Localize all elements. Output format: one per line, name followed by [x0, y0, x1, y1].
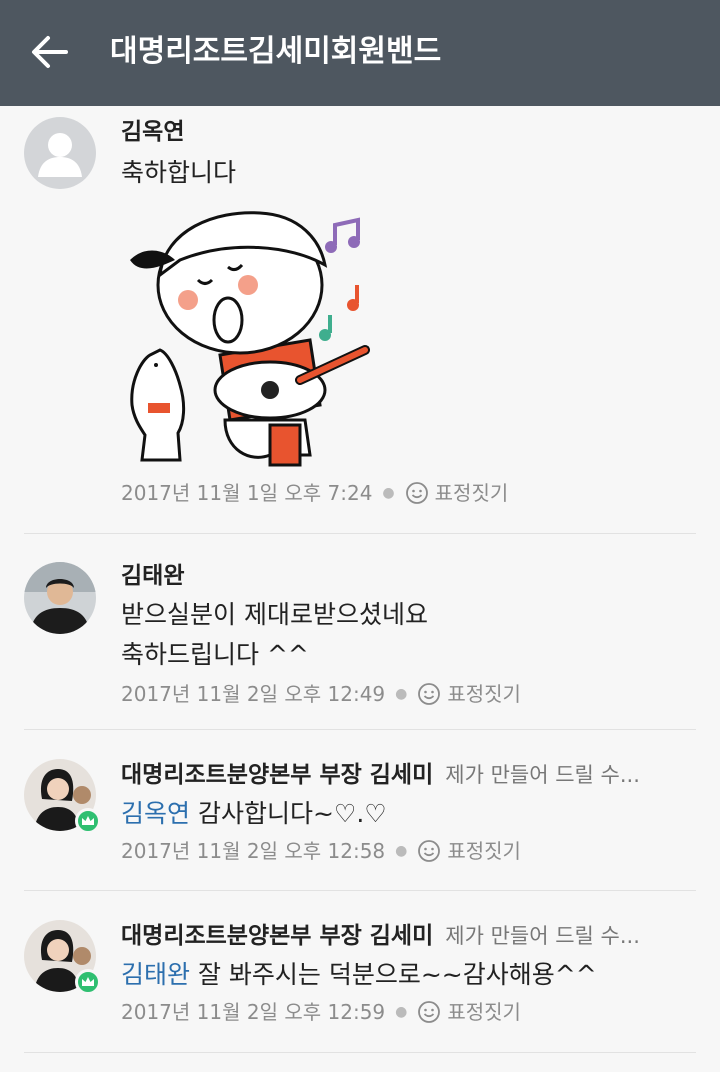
commenter-name[interactable]: 김태완: [121, 561, 184, 591]
separator-dot: ●: [395, 686, 408, 702]
crown-icon: [82, 977, 94, 986]
comment-text: 축하합니다: [121, 158, 237, 187]
band-title: 대명리조트김세미회원밴드: [110, 34, 442, 69]
react-button[interactable]: 표정짓기: [417, 679, 521, 709]
comment-text-line2: 축하드립니다 ^^: [121, 640, 309, 669]
comment-meta: 2017년 11월 2일 오후 12:49 ● 표정짓기: [121, 679, 698, 709]
app-header: 대명리조트김세미회원밴드: [0, 0, 720, 106]
separator-dot: ●: [382, 485, 395, 501]
back-arrow-icon[interactable]: [28, 30, 72, 74]
mention-link[interactable]: 김태완: [121, 960, 190, 989]
smiley-icon: [405, 482, 428, 504]
react-label: 표정짓기: [434, 481, 509, 505]
divider: [24, 729, 696, 730]
separator-dot: ●: [395, 843, 408, 859]
react-button[interactable]: 표정짓기: [405, 478, 509, 508]
crown-badge: [75, 969, 101, 995]
react-label: 표정짓기: [447, 839, 521, 863]
smiley-icon: [418, 1001, 441, 1023]
commenter-name[interactable]: 김옥연: [121, 117, 184, 147]
comment-text: 받으실분이 제대로받으셨네요: [121, 600, 428, 629]
comment-meta: 2017년 11월 2일 오후 12:58 ● 표정짓기: [121, 836, 698, 866]
divider: [24, 890, 696, 891]
comment-text: 김옥연 감사합니다~♡.♡: [121, 794, 698, 834]
comment-text: 김태완 잘 봐주시는 덕분으로~~감사해용^^: [121, 955, 698, 995]
react-label: 표정짓기: [447, 1000, 521, 1024]
react-label: 표정짓기: [447, 682, 521, 706]
react-button[interactable]: 표정짓기: [417, 836, 521, 866]
smiley-icon: [418, 683, 441, 705]
divider: [24, 1052, 696, 1053]
react-button[interactable]: 표정짓기: [417, 997, 521, 1027]
comment-date: 2017년 11월 2일 오후 12:49: [121, 682, 386, 706]
commenter-name[interactable]: 대명리조트분양본부 부장 김세미: [121, 760, 433, 790]
separator-dot: ●: [395, 1004, 408, 1020]
commenter-subtitle: 제가 만들어 드릴 수...: [445, 924, 640, 948]
divider: [24, 533, 696, 534]
crown-icon: [82, 816, 94, 825]
smiley-icon: [418, 840, 441, 862]
comment-date: 2017년 11월 1일 오후 7:24: [121, 481, 373, 505]
comment-date: 2017년 11월 2일 오후 12:58: [121, 839, 386, 863]
crown-badge: [75, 808, 101, 834]
comment-body: 잘 봐주시는 덕분으로~~감사해용^^: [190, 960, 597, 989]
singing-guitar-sticker: [120, 205, 380, 470]
comment-meta: 2017년 11월 2일 오후 12:59 ● 표정짓기: [121, 997, 698, 1027]
commenter-subtitle: 제가 만들어 드릴 수...: [445, 763, 640, 787]
comment-meta: 2017년 11월 1일 오후 7:24 ● 표정짓기: [121, 478, 698, 508]
commenter-name[interactable]: 대명리조트분양본부 부장 김세미: [121, 921, 433, 951]
comment-date: 2017년 11월 2일 오후 12:59: [121, 1000, 386, 1024]
default-avatar[interactable]: [24, 117, 96, 189]
mention-link[interactable]: 김옥연: [121, 799, 190, 828]
user-avatar[interactable]: [24, 562, 96, 634]
comment-body: 감사합니다~♡.♡: [190, 799, 387, 828]
